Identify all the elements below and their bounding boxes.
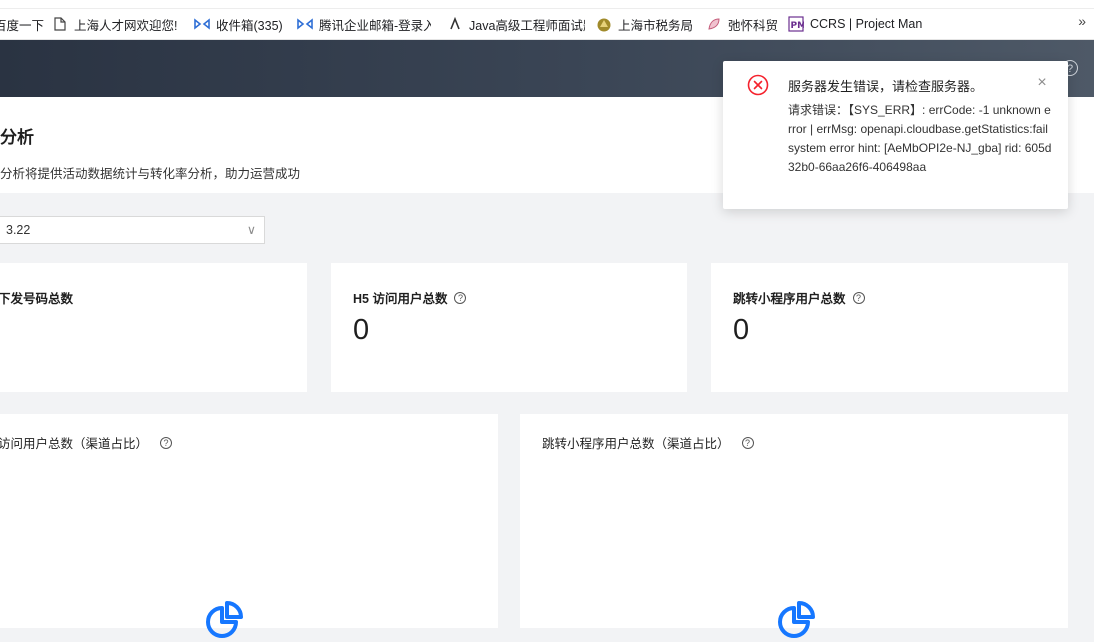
page-title: 分析 [0,128,34,147]
chart-card-visitor-channels: 访问用户总数（渠道占比） ? [0,414,498,638]
notification-title: 服务器发生错误，请检查服务器。 [788,79,984,94]
tencent-mail-icon [297,16,313,32]
chart-title: 跳转小程序用户总数（渠道占比） ? [542,433,754,452]
chevron-down-icon: ∨ [246,223,256,237]
bookmark-label: 收件箱(335) [216,18,283,33]
stat-value: 0 [733,314,750,346]
chart-card-miniprogram-channels: 跳转小程序用户总数（渠道占比） ? [520,414,1068,638]
page-description: 分析将提供活动数据统计与转化率分析，助力运营成功 [0,167,301,181]
stat-card-miniprogram-jumps: 跳转小程序用户总数 ? 0 [711,263,1068,392]
bookmark-java-interview[interactable]: Java高级工程师面试题 [447,14,585,34]
bookmark-label: 弛怀科贸 [728,18,779,33]
bookmark-chihuai[interactable]: 弛怀科贸 [706,14,778,34]
bookmark-inbox[interactable]: 收件箱(335) [194,14,283,34]
tax-emblem-icon [596,16,612,32]
stat-label: H5 访问用户总数 ? [353,288,467,307]
stat-label-text: 跳转小程序用户总数 [733,292,846,306]
date-range-select[interactable]: 3.22 ∨ [0,216,265,244]
bookmark-label: 上海市税务局 [618,18,694,33]
chart-title-text: 访问用户总数（渠道占比） [0,437,149,451]
bookmark-tencent-exmail[interactable]: 腾讯企业邮箱-登录入 [297,14,431,34]
bookmark-ccrs[interactable]: PM CCRS | Project Man [788,14,922,34]
help-icon[interactable]: ? [160,436,173,449]
chart-title: 访问用户总数（渠道占比） ? [0,433,173,452]
bookmark-label: CCRS | Project Man [810,17,923,31]
bookmark-shanghai-talent[interactable]: 上海人才网欢迎您! [52,14,177,34]
bookmark-shanghai-tax[interactable]: 上海市税务局 [596,14,693,34]
stat-card-h5-visitors: H5 访问用户总数 ? 0 [331,263,687,392]
error-notification: 服务器发生错误，请检查服务器。 × 请求错误：【SYS_ERR】: errCod… [723,61,1068,209]
stat-label-text: H5 访问用户总数 [353,292,448,306]
stat-value: 0 [353,314,370,346]
bookmark-label: 上海人才网欢迎您! [74,18,178,33]
chart-title-text: 跳转小程序用户总数（渠道占比） [542,437,730,451]
bookmark-label: Java高级工程师面试题 [469,18,585,33]
stat-label: 跳转小程序用户总数 ? [733,288,865,307]
leaf-icon [706,16,722,32]
notification-message: 请求错误：【SYS_ERR】: errCode: -1 unknown erro… [788,103,1052,174]
stat-card-issued-numbers: 下发号码总数 [0,263,307,392]
bookmarks-overflow-icon[interactable]: » [1078,13,1086,29]
page-icon [52,16,68,32]
stat-label-text: 下发号码总数 [0,292,74,306]
bookmarks-bar: 百度一下 上海人才网欢迎您! 收件箱(335) 腾讯企业邮箱-登录入 Java高… [0,0,1094,40]
java-icon [447,16,463,32]
pie-chart-icon [778,601,815,638]
bookmark-baidu[interactable]: 百度一下 [0,14,44,34]
svg-text:PM: PM [791,21,805,31]
close-icon[interactable]: × [1034,75,1050,91]
bookmark-label: 百度一下 [0,18,45,33]
date-range-value: 3.22 [6,223,31,237]
pie-chart-icon [206,601,243,638]
tencent-mail-icon [194,16,210,32]
bookmark-label: 腾讯企业邮箱-登录入 [319,18,431,33]
help-icon[interactable]: ? [852,291,865,304]
error-circle-icon [747,74,769,96]
browser-tab-strip [0,0,1094,9]
stat-label: 下发号码总数 [0,288,73,307]
help-icon[interactable]: ? [454,291,467,304]
help-icon[interactable]: ? [741,436,754,449]
pm-icon: PM [788,16,804,32]
